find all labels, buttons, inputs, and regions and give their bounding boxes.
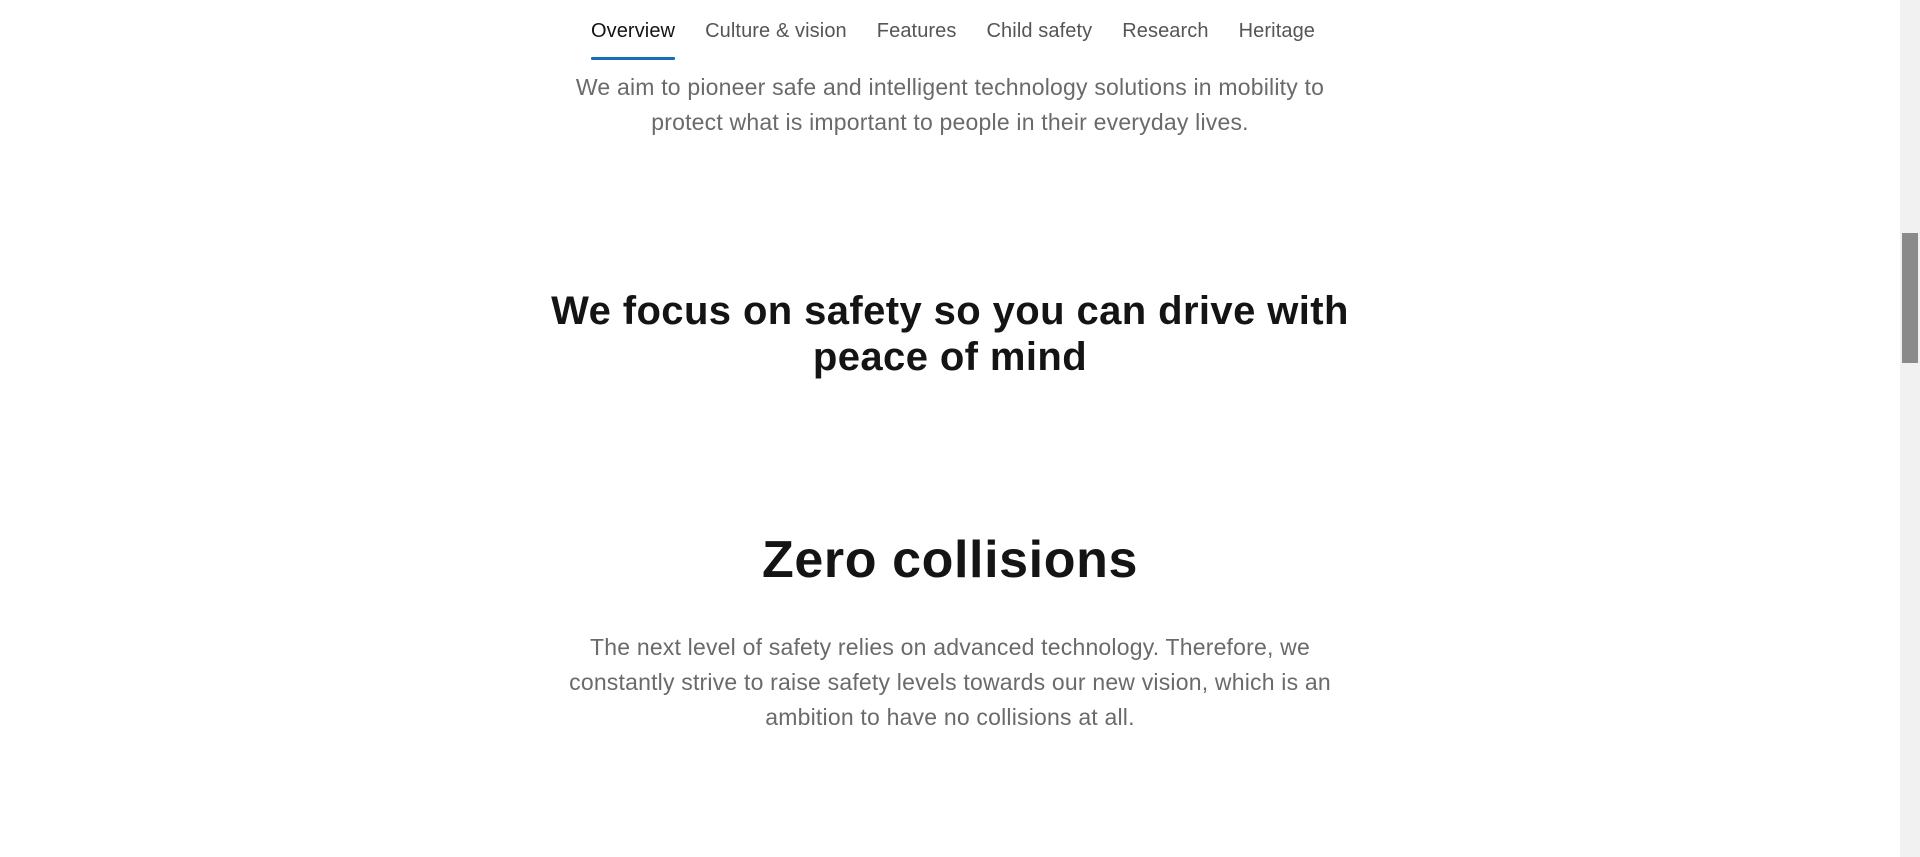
scrollbar-thumb[interactable] <box>1902 233 1918 363</box>
subnav-item-features[interactable]: Features <box>877 0 957 62</box>
subnav-item-research[interactable]: Research <box>1122 0 1208 62</box>
focus-heading: We focus on safety so you can drive with… <box>551 289 1349 379</box>
zero-collisions-text: The next level of safety relies on advan… <box>569 634 1331 730</box>
intro-section: We aim to pioneer safe and intelligent t… <box>0 70 1900 140</box>
vertical-scrollbar[interactable] <box>1900 0 1920 857</box>
subnav-items: Overview Culture & vision Features Child… <box>585 0 1315 64</box>
zero-collisions-heading: Zero collisions <box>762 531 1138 589</box>
page-content: Overview Culture & vision Features Child… <box>0 0 1900 857</box>
section-subnav: Overview Culture & vision Features Child… <box>0 0 1900 64</box>
subnav-item-child-safety[interactable]: Child safety <box>987 0 1093 62</box>
focus-section: We focus on safety so you can drive with… <box>0 288 1900 380</box>
subnav-item-overview[interactable]: Overview <box>590 0 676 62</box>
zero-collisions-section: Zero collisions <box>0 530 1900 590</box>
intro-text: We aim to pioneer safe and intelligent t… <box>575 74 1325 135</box>
subnav-item-culture-vision[interactable]: Culture & vision <box>705 0 847 62</box>
browser-viewport: Overview Culture & vision Features Child… <box>0 0 1920 857</box>
zero-collisions-body-section: The next level of safety relies on advan… <box>0 630 1900 735</box>
subnav-item-heritage[interactable]: Heritage <box>1239 0 1315 62</box>
